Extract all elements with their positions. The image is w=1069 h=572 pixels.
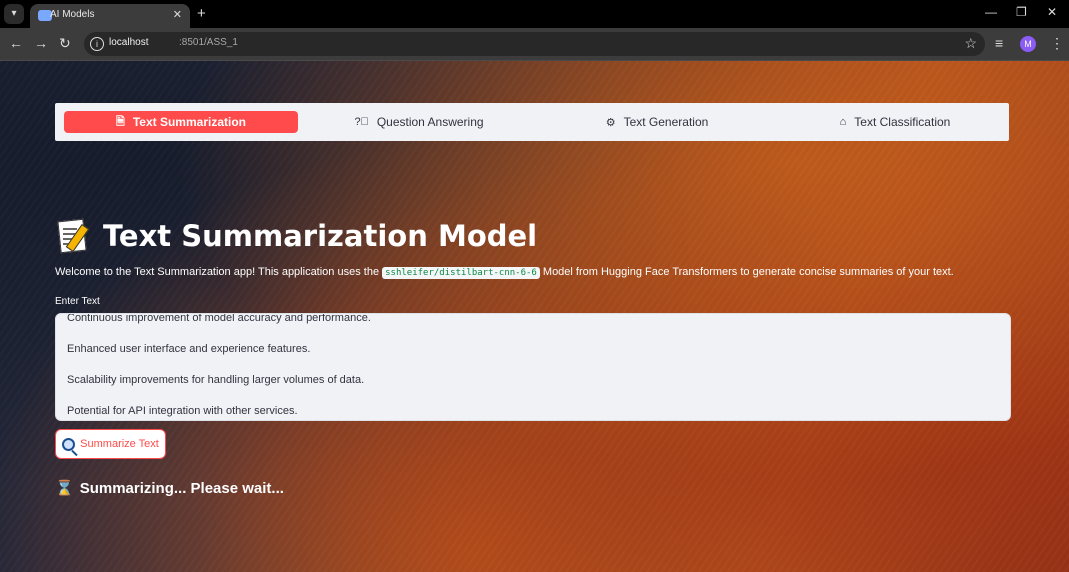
text-line: Continuous improvement of model accuracy… bbox=[67, 313, 371, 324]
intro-text: Welcome to the Text Summarization app! T… bbox=[55, 266, 954, 279]
text-line: Potential for API integration with other… bbox=[67, 405, 298, 417]
plus-icon[interactable]: + bbox=[197, 5, 206, 22]
status-message: ⌛ Summarizing... Please wait... bbox=[55, 479, 284, 498]
intro-before: Welcome to the Text Summarization app! T… bbox=[55, 266, 383, 278]
robot-icon: ⚙ bbox=[605, 116, 616, 129]
help-circle-icon: ?⃝ bbox=[354, 116, 369, 128]
tab-question-answering[interactable]: ?⃝ Question Answering bbox=[302, 111, 536, 133]
text-input[interactable]: Continuous improvement of model accuracy… bbox=[55, 313, 1011, 421]
url-host: localhost bbox=[109, 37, 149, 48]
star-icon[interactable]: ☆ bbox=[964, 35, 977, 52]
text-line: Scalability improvements for handling la… bbox=[67, 374, 365, 386]
tab-search-icon[interactable]: ▾ bbox=[4, 4, 24, 24]
input-label: Enter Text bbox=[55, 296, 100, 307]
restore-icon[interactable]: ❐ bbox=[1016, 5, 1027, 19]
page-heading: Text Summarization Model bbox=[55, 214, 537, 258]
intro-after: Model from Hugging Face Transformers to … bbox=[539, 266, 954, 278]
browser-tabstrip: ▾ AI Models ✕ + — ❐ ✕ bbox=[0, 0, 1069, 28]
option-menu: 🗎 Text Summarization ?⃝ Question Answeri… bbox=[55, 103, 1009, 141]
memo-icon bbox=[55, 218, 91, 254]
media-icon[interactable]: ≡ bbox=[995, 35, 1003, 51]
magnifier-icon bbox=[62, 437, 76, 451]
tag-icon: ⌂ bbox=[839, 116, 847, 128]
browser-tab[interactable]: AI Models ✕ bbox=[30, 4, 190, 28]
page-title: Text Summarization Model bbox=[103, 219, 538, 253]
forward-icon[interactable]: → bbox=[34, 35, 48, 51]
minimize-icon[interactable]: — bbox=[985, 5, 997, 19]
text-line: Enhanced user interface and experience f… bbox=[67, 343, 311, 355]
status-text: Summarizing... Please wait... bbox=[79, 479, 284, 497]
summarize-button-label: Summarize Text bbox=[80, 438, 159, 450]
address-bar[interactable]: i localhost :8501/ASS_1 ☆ bbox=[84, 32, 985, 56]
tab-text-generation[interactable]: ⚙ Text Generation bbox=[540, 111, 774, 133]
tab-label: Text Classification bbox=[854, 115, 951, 129]
tab-text-summarization[interactable]: 🗎 Text Summarization bbox=[64, 111, 298, 133]
url-path: :8501/ASS_1 bbox=[179, 37, 238, 48]
hourglass-icon: ⌛ bbox=[55, 480, 74, 497]
back-icon[interactable]: ← bbox=[9, 35, 23, 51]
tab-text-classification[interactable]: ⌂ Text Classification bbox=[778, 111, 1012, 133]
summarize-button[interactable]: Summarize Text bbox=[55, 429, 166, 459]
avatar[interactable]: M bbox=[1020, 36, 1036, 52]
browser-toolbar: ← → ↻ i localhost :8501/ASS_1 ☆ bbox=[0, 28, 1069, 61]
model-code: sshleifer/distilbart-cnn-6-6 bbox=[382, 267, 540, 279]
tab-label: Text Summarization bbox=[132, 115, 246, 129]
close-icon[interactable]: ✕ bbox=[173, 8, 182, 21]
tab-label: Text Generation bbox=[623, 115, 709, 129]
kebab-icon[interactable]: ⋮ bbox=[1050, 35, 1064, 52]
tab-title: AI Models bbox=[50, 9, 95, 20]
tab-label: Question Answering bbox=[376, 115, 484, 129]
page-viewport: 🗎 Text Summarization ?⃝ Question Answeri… bbox=[0, 61, 1069, 572]
close-window-icon[interactable]: ✕ bbox=[1047, 5, 1057, 19]
reload-icon[interactable]: ↻ bbox=[59, 35, 71, 52]
document-icon: 🗎 bbox=[116, 115, 125, 128]
info-icon[interactable]: i bbox=[90, 37, 104, 51]
